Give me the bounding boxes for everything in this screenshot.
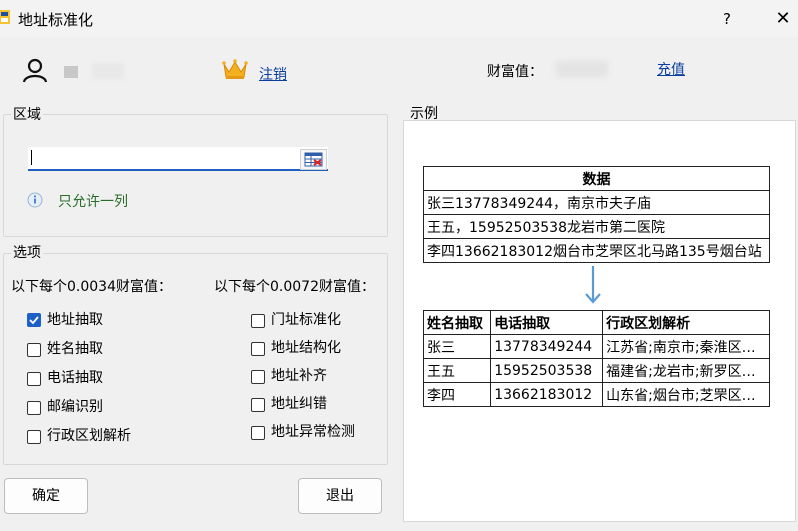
example-output-table: 姓名抽取 电话抽取 行政区划解析 张三 13778349244 江苏省;南京市;… — [422, 310, 770, 407]
user-icon — [22, 57, 48, 87]
region-legend: 区域 — [11, 104, 43, 124]
example-input-table: 数据 张三13778349244，南京市夫子庙 王五，15952503538龙岩… — [423, 166, 770, 263]
crown-icon — [222, 58, 248, 84]
table-row: 张三 13778349244 江苏省;南京市;秦淮区… — [422, 334, 770, 359]
wealth-value-obscured — [556, 61, 608, 77]
checkbox-anomaly-detect[interactable] — [251, 426, 265, 440]
table-row: 李四13662183012烟台市芝罘区北马路135号烟台站 — [423, 238, 770, 263]
table-cell: 李四 — [422, 382, 492, 407]
checkbox-address-structure[interactable] — [251, 342, 265, 356]
checkbox-postcode[interactable] — [27, 401, 41, 415]
table-cell: 13778349244 — [490, 334, 604, 359]
window-title: 地址标准化 — [18, 11, 94, 29]
table-cell: 李四13662183012烟台市芝罘区北马路135号烟台站 — [423, 238, 770, 263]
region-input[interactable] — [28, 147, 328, 171]
table-cell: 山东省;烟台市;芝罘区… — [602, 382, 770, 407]
checkbox-district-parse[interactable] — [27, 430, 41, 444]
table-cell: 江苏省;南京市;秦淮区… — [602, 334, 770, 359]
info-icon — [27, 192, 43, 212]
table-row: 王五 15952503538 福建省;龙岩市;新罗区… — [422, 358, 770, 383]
recharge-link[interactable]: 充值 — [657, 59, 685, 79]
table-header: 数据 — [423, 166, 770, 191]
table-header: 行政区划解析 — [602, 310, 770, 335]
table-cell: 张三13778349244，南京市夫子庙 — [423, 190, 770, 215]
table-cell: 13662183012 — [490, 382, 604, 407]
help-icon[interactable]: ? — [712, 4, 742, 34]
label-postcode[interactable]: 邮编识别 — [47, 396, 103, 416]
checkbox-name-extract[interactable] — [27, 343, 41, 357]
ok-button[interactable]: 确定 — [4, 478, 88, 514]
table-cell: 福建省;龙岩市;新罗区… — [602, 358, 770, 383]
text-caret — [31, 150, 32, 165]
down-arrow-icon — [583, 265, 603, 309]
table-cell: 王五 — [422, 358, 492, 383]
table-row: 李四 13662183012 山东省;烟台市;芝罘区… — [422, 382, 770, 407]
label-address-structure[interactable]: 地址结构化 — [271, 337, 341, 357]
exit-button[interactable]: 退出 — [298, 478, 382, 514]
table-row: 张三13778349244，南京市夫子庙 — [423, 190, 770, 215]
region-group — [3, 114, 388, 237]
price-right-label: 以下每个0.0072财富值： — [214, 279, 375, 295]
table-header: 电话抽取 — [490, 310, 604, 335]
checkbox-phone-extract[interactable] — [27, 372, 41, 386]
label-address-extract[interactable]: 地址抽取 — [47, 309, 103, 329]
logout-link[interactable]: 注销 — [259, 64, 287, 84]
close-icon[interactable]: ✕ — [768, 4, 798, 34]
example-legend: 示例 — [410, 106, 438, 122]
table-picker-icon[interactable] — [300, 149, 327, 170]
table-row: 王五，15952503538龙岩市第二医院 — [423, 214, 770, 239]
wealth-label: 财富值： — [487, 64, 543, 80]
table-header: 姓名抽取 — [422, 310, 492, 335]
label-district-parse[interactable]: 行政区划解析 — [47, 425, 131, 445]
label-address-complete[interactable]: 地址补齐 — [271, 365, 327, 385]
title-bar — [0, 0, 798, 38]
username-obscured — [64, 66, 78, 78]
checkbox-door-standardize[interactable] — [251, 314, 265, 328]
label-anomaly-detect[interactable]: 地址异常检测 — [271, 421, 355, 441]
app-icon — [0, 10, 10, 24]
checkbox-address-correct[interactable] — [251, 398, 265, 412]
checkbox-address-extract[interactable] — [27, 313, 41, 327]
options-legend: 选项 — [11, 242, 43, 262]
label-door-standardize[interactable]: 门址标准化 — [271, 309, 341, 329]
price-left-label: 以下每个0.0034财富值： — [11, 279, 172, 295]
region-hint: 只允许一列 — [58, 194, 128, 210]
label-address-correct[interactable]: 地址纠错 — [271, 393, 327, 413]
username-obscured-2 — [92, 63, 124, 79]
label-name-extract[interactable]: 姓名抽取 — [47, 338, 103, 358]
table-cell: 15952503538 — [490, 358, 604, 383]
table-cell: 张三 — [422, 334, 492, 359]
checkbox-address-complete[interactable] — [251, 370, 265, 384]
table-cell: 王五，15952503538龙岩市第二医院 — [423, 214, 770, 239]
label-phone-extract[interactable]: 电话抽取 — [47, 367, 103, 387]
